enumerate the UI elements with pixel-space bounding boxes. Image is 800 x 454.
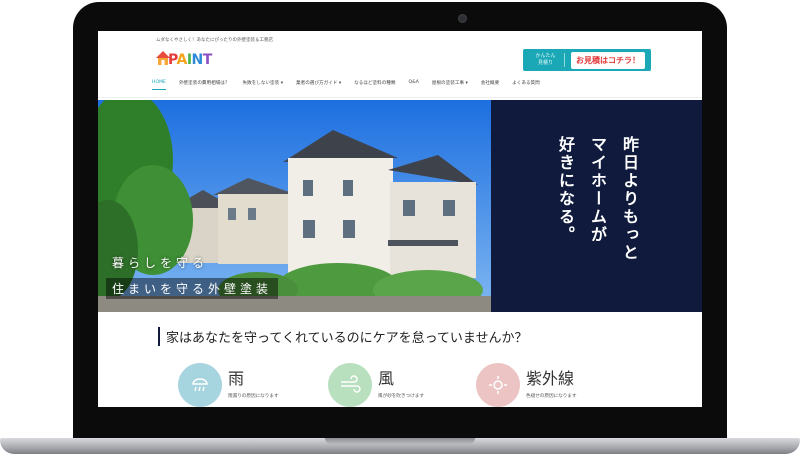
nav-item-paint-types[interactable]: なるほど塗料の種類 — [354, 80, 395, 90]
section-heading: 家はあなたを守ってくれているのにケアを怠っていませんか？ — [158, 327, 528, 346]
feature-rain-title: 雨 — [228, 369, 245, 388]
uv-icon — [476, 363, 520, 407]
nav-item-faq[interactable]: よくある質問 — [512, 80, 540, 90]
site-tagline: ムダなくやさしく！あなたにぴったりの外壁塗装＆工務店 — [156, 38, 273, 43]
hero-copy-line-3: 好きになる。 — [556, 136, 575, 244]
main-nav: HOME 外壁塗装の費用相場は？ 失敗をしない塗装 ▾ 業者の選び方ガイド ▾ … — [152, 80, 553, 90]
feature-wind: 風 風が砂を吹きつけます — [328, 363, 424, 407]
camera-icon — [458, 14, 467, 23]
site-logo[interactable]: PAINT — [156, 45, 212, 69]
nav-item-company[interactable]: 会社概要 — [481, 80, 499, 90]
estimate-button-caption: かんたん 見積り — [527, 53, 565, 67]
website-screen: ムダなくやさしく！あなたにぴったりの外壁塗装＆工務店 PAINT かんたん 見積… — [98, 31, 702, 407]
feature-uv: 紫外線 色褪せの原因になります — [476, 363, 577, 407]
nav-item-cost[interactable]: 外壁塗装の費用相場は？ — [179, 80, 230, 90]
feature-wind-title: 風 — [378, 369, 395, 388]
wind-icon — [328, 363, 372, 407]
hero-caption-top: 暮らしを守る — [112, 256, 209, 270]
nav-item-home[interactable]: HOME — [152, 80, 166, 90]
nav-divider — [98, 97, 702, 98]
hero-banner: 暮らしを守る 住まいを守る外壁塗装 昨日よりもっと マイホームが 好きになる。 — [98, 100, 702, 312]
nav-item-qa[interactable]: Q&A — [409, 80, 419, 90]
rain-icon — [178, 363, 222, 407]
feature-uv-title: 紫外線 — [526, 369, 575, 388]
hero-photo: 暮らしを守る 住まいを守る外壁塗装 — [98, 100, 491, 312]
feature-rain: 雨 雨漏りの原因になります — [178, 363, 279, 407]
nav-item-roof[interactable]: 屋根の塗装工事 ▾ — [432, 80, 468, 90]
hero-copy-line-1: 昨日よりもっと — [620, 136, 639, 262]
feature-wind-desc: 風が砂を吹きつけます — [378, 394, 424, 399]
nav-item-contractor-guide[interactable]: 業者の選び方ガイド ▾ — [296, 80, 341, 90]
hero-copy-line-2: マイホームが — [588, 136, 607, 244]
estimate-button-label: お見積はコチラ！ — [571, 51, 645, 69]
feature-uv-desc: 色褪せの原因になります — [526, 394, 577, 399]
laptop-mockup: ムダなくやさしく！あなたにぴったりの外壁塗装＆工務店 PAINT かんたん 見積… — [0, 0, 800, 454]
laptop-notch — [325, 438, 475, 444]
hero-caption-bottom: 住まいを守る外壁塗装 — [106, 278, 279, 299]
nav-item-no-fail[interactable]: 失敗をしない塗装 ▾ — [242, 80, 283, 90]
logo-wordmark: PAINT — [168, 52, 212, 68]
hero-text-panel: 昨日よりもっと マイホームが 好きになる。 — [491, 100, 702, 312]
estimate-button[interactable]: かんたん 見積り お見積はコチラ！ — [523, 49, 651, 71]
hero-vertical-copy: 昨日よりもっと マイホームが 好きになる。 — [553, 136, 641, 296]
feature-rain-desc: 雨漏りの原因になります — [228, 394, 279, 399]
